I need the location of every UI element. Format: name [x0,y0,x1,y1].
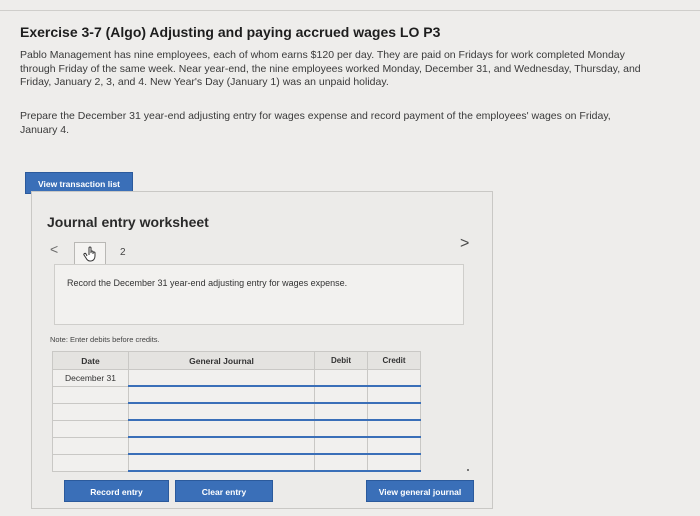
date-cell [52,403,129,421]
instruction-box: Record the December 31 year-end adjustin… [54,264,464,325]
credit-input[interactable] [367,369,421,387]
next-arrow-icon[interactable]: > [460,235,469,253]
previous-arrow-icon[interactable]: < [50,241,58,257]
top-divider [0,10,700,11]
date-cell[interactable]: December 31 [52,369,129,387]
exercise-instructions: Prepare the December 31 year-end adjusti… [20,110,690,137]
journal-table: Date General Journal Debit Credit Decemb… [52,351,421,472]
exercise-description: Pablo Management has nine employees, eac… [20,49,690,90]
view-general-journal-button[interactable]: View general journal [366,480,474,502]
column-header-debit: Debit [314,351,368,370]
account-input[interactable] [128,437,315,455]
description-line: Pablo Management has nine employees, eac… [20,49,625,61]
hand-pointer-icon [83,246,96,262]
debit-input[interactable] [314,369,368,387]
clear-entry-button[interactable]: Clear entry [175,480,273,502]
credit-input[interactable] [367,403,421,421]
date-cell [52,420,129,438]
page: Exercise 3-7 (Algo) Adjusting and paying… [0,0,700,516]
account-input[interactable] [128,403,315,421]
column-header-date: Date [52,351,129,370]
instruction-text: Record the December 31 year-end adjustin… [67,278,348,288]
table-row: December 31 [52,369,421,387]
exercise-title: Exercise 3-7 (Algo) Adjusting and paying… [20,24,441,40]
table-row [52,386,421,404]
credit-input[interactable] [367,437,421,455]
table-row [52,403,421,421]
worksheet-page-2-tab[interactable]: 2 [120,247,126,258]
credit-input[interactable] [367,454,421,472]
account-input[interactable] [128,386,315,404]
decorative-dot [467,469,469,471]
debit-input[interactable] [314,420,368,438]
table-row [52,437,421,455]
debit-input[interactable] [314,386,368,404]
record-entry-button[interactable]: Record entry [64,480,169,502]
description-line: through Friday of the same week. Near ye… [20,62,641,75]
date-cell [52,454,129,472]
instruction-line: January 4. [20,123,70,136]
instruction-line: Prepare the December 31 year-end adjusti… [20,110,611,122]
debit-input[interactable] [314,403,368,421]
account-input[interactable] [128,420,315,438]
credit-input[interactable] [367,420,421,438]
date-cell [52,386,129,404]
table-row [52,454,421,472]
debit-input[interactable] [314,454,368,472]
worksheet-title: Journal entry worksheet [47,214,209,230]
account-input[interactable] [128,369,315,387]
column-header-general-journal: General Journal [128,351,315,370]
worksheet-page-1-tab[interactable] [74,242,106,266]
table-row [52,420,421,438]
journal-entry-worksheet: Journal entry worksheet < 2 > Record the… [31,191,493,509]
debit-input[interactable] [314,437,368,455]
account-input[interactable] [128,454,315,472]
date-cell [52,437,129,455]
credit-input[interactable] [367,386,421,404]
column-header-credit: Credit [367,351,421,370]
description-line: Friday, January 2, 3, and 4. New Year's … [20,76,389,88]
note-text: Note: Enter debits before credits. [50,335,160,344]
